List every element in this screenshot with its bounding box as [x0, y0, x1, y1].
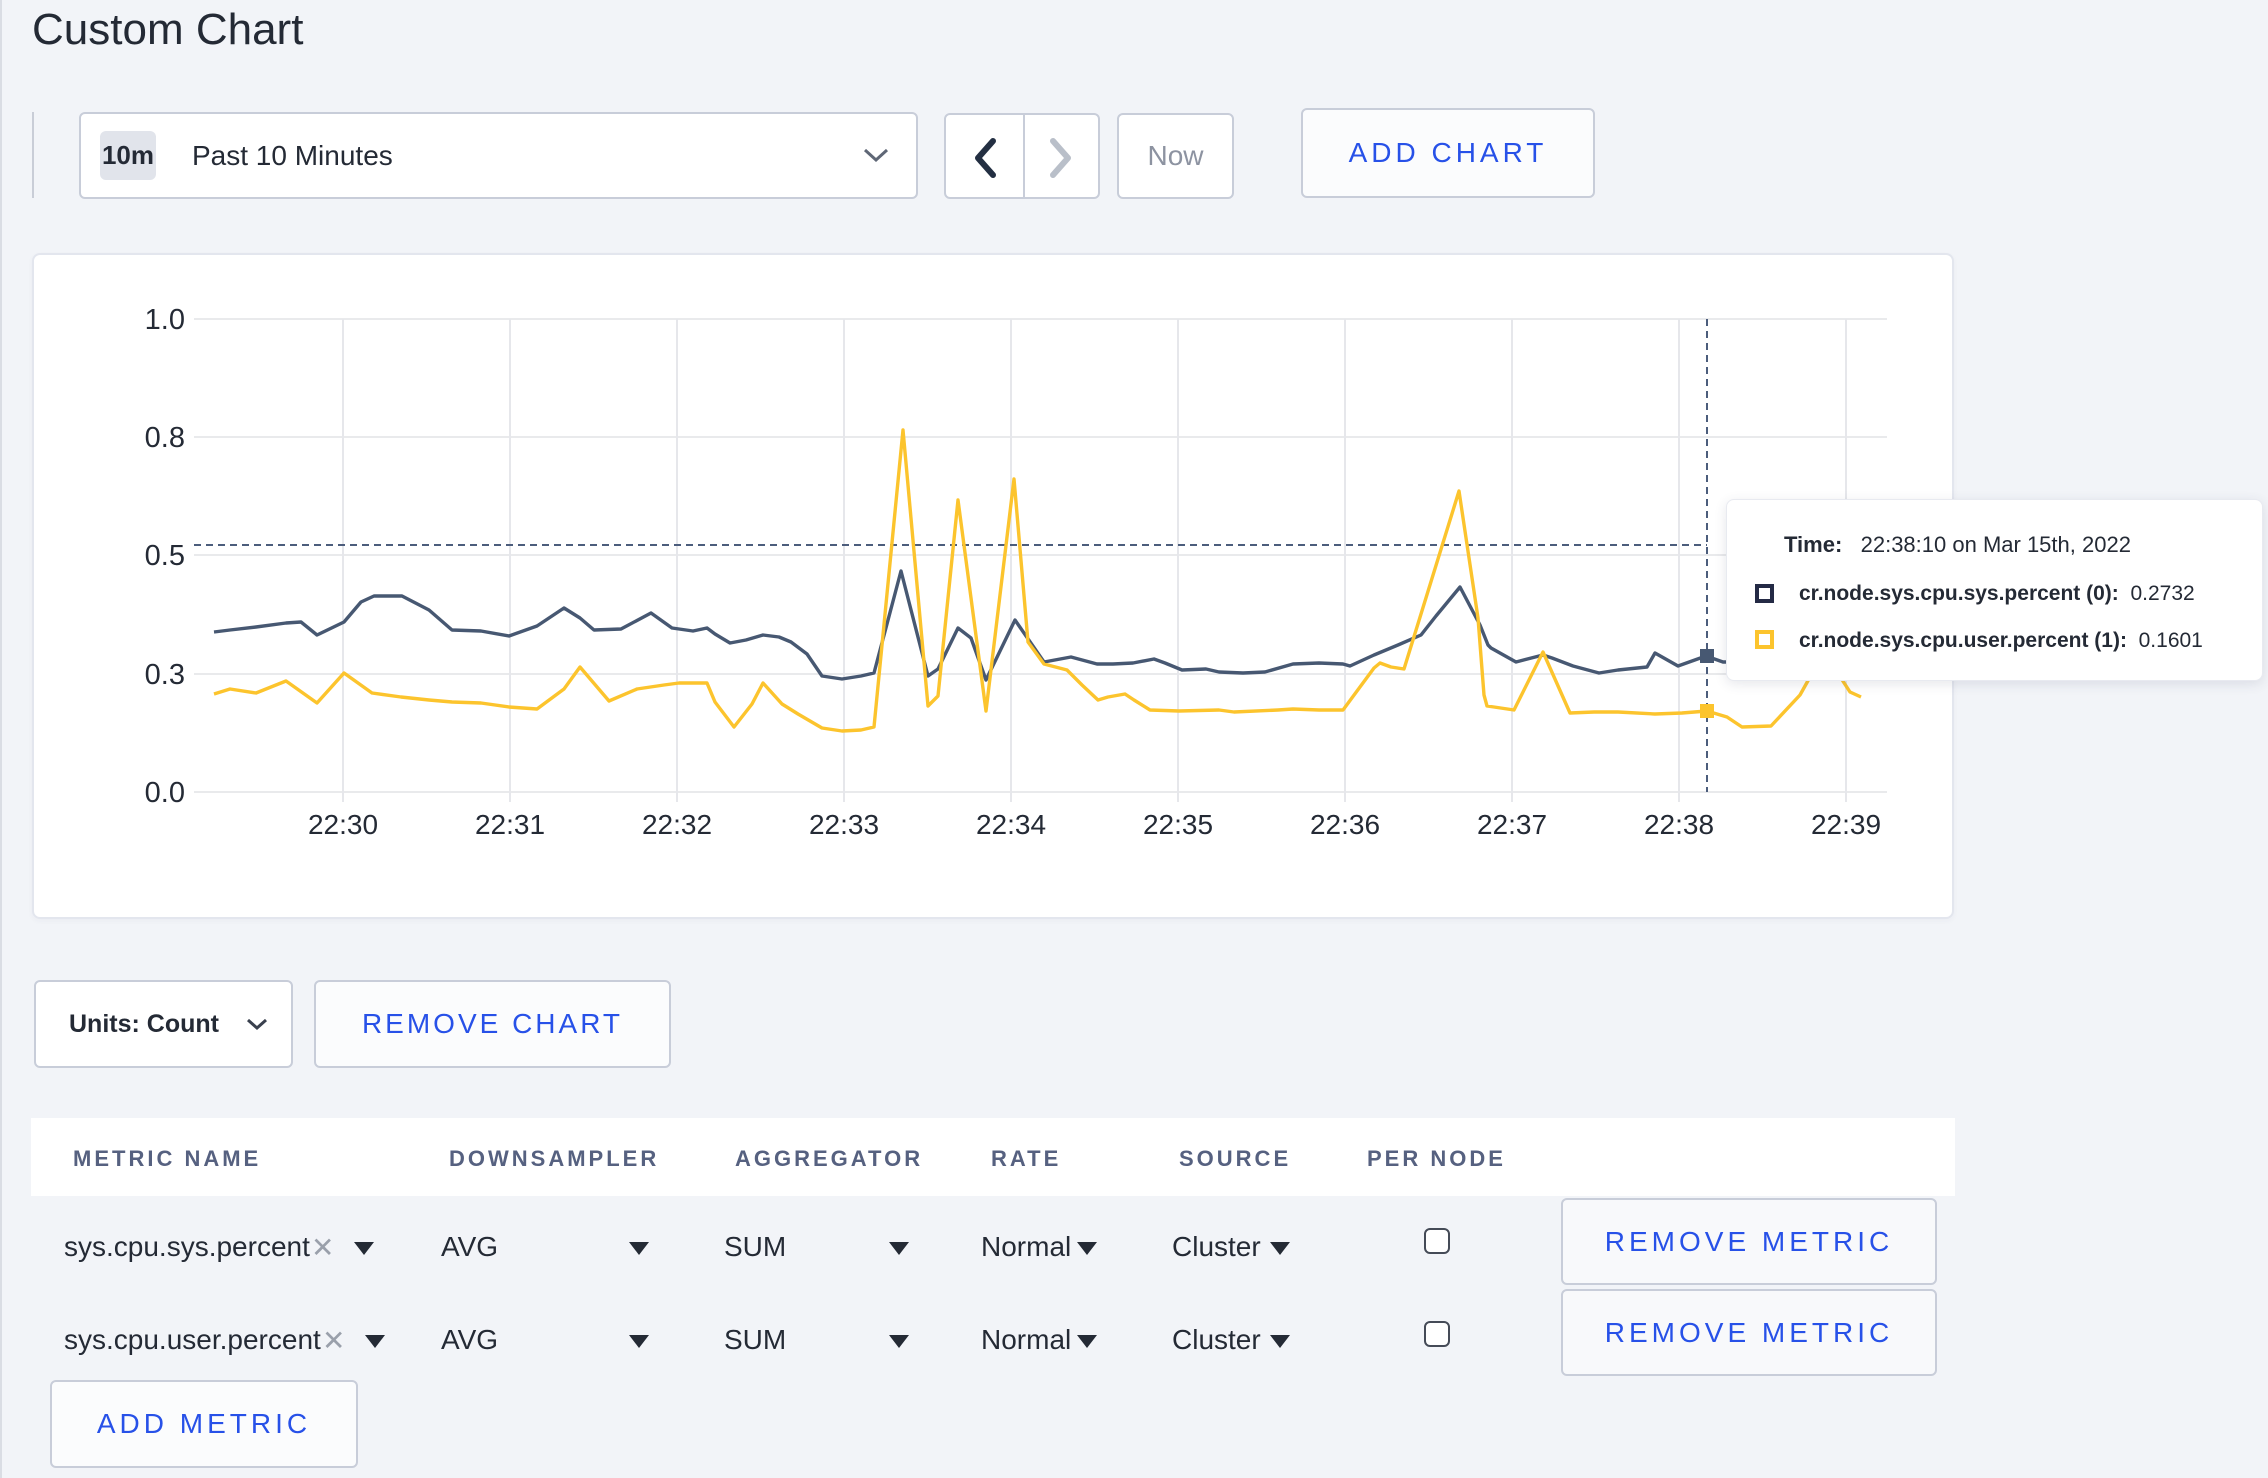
svg-text:22:33: 22:33	[809, 809, 879, 840]
svg-text:22:37: 22:37	[1477, 809, 1547, 840]
svg-text:22:38: 22:38	[1644, 809, 1714, 840]
svg-text:0.0: 0.0	[145, 777, 185, 809]
svg-text:22:31: 22:31	[475, 809, 545, 840]
svg-text:22:30: 22:30	[308, 809, 378, 840]
svg-text:1.0: 1.0	[145, 304, 185, 336]
svg-text:22:32: 22:32	[642, 809, 712, 840]
svg-text:0.3: 0.3	[145, 659, 185, 691]
svg-text:22:34: 22:34	[976, 809, 1046, 840]
svg-text:0.8: 0.8	[145, 422, 185, 454]
svg-text:22:35: 22:35	[1143, 809, 1213, 840]
svg-text:22:39: 22:39	[1811, 809, 1881, 840]
svg-text:0.5: 0.5	[145, 540, 185, 572]
svg-text:22:36: 22:36	[1310, 809, 1380, 840]
